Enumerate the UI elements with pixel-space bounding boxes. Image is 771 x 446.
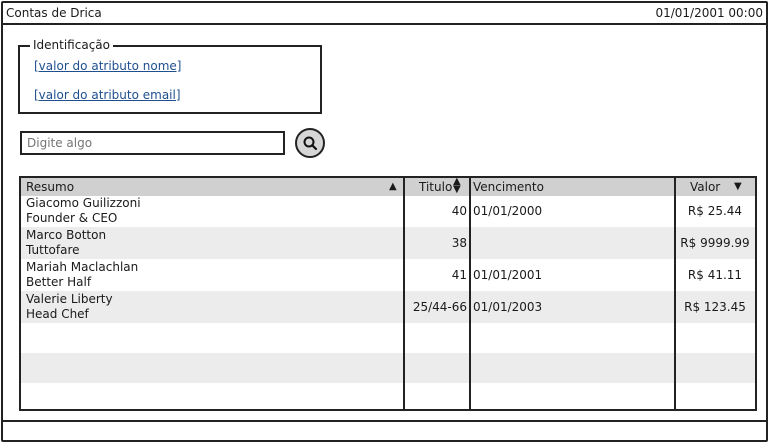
row-name: Giacomo Guilizzoni — [26, 196, 141, 210]
table-row[interactable]: Marco Botton Tuttofare 38 R$ 9999.99 — [21, 227, 755, 259]
empty-row — [21, 383, 755, 409]
email-link[interactable]: [valor do atributo email] — [34, 88, 181, 102]
sort-desc-icon[interactable]: ▼ — [734, 181, 742, 192]
row-valor: R$ 9999.99 — [680, 236, 750, 250]
row-valor: R$ 41.11 — [687, 268, 743, 282]
column-header-valor[interactable]: Valor — [690, 180, 720, 194]
row-name: Mariah Maclachlan — [26, 260, 139, 274]
row-role: Founder & CEO — [26, 211, 118, 225]
row-titulo: 41 — [451, 268, 467, 282]
column-divider — [674, 178, 676, 409]
row-role: Head Chef — [26, 307, 89, 321]
sort-toggle-icon[interactable]: ▲ ▼ — [453, 178, 461, 195]
row-vencimento: 01/01/2000 — [473, 204, 543, 218]
search-input[interactable] — [20, 131, 285, 155]
search-button[interactable] — [295, 128, 325, 158]
row-role: Better Half — [26, 275, 92, 289]
search-icon — [303, 136, 318, 151]
column-header-vencimento[interactable]: Vencimento — [473, 180, 544, 194]
sort-asc-icon[interactable]: ▲ — [389, 181, 397, 192]
table-row[interactable]: Valerie Liberty Head Chef 25/44-66 01/01… — [21, 291, 755, 323]
column-header-resumo[interactable]: Resumo — [26, 180, 74, 194]
identificacao-fieldset: Identificação [valor do atributo nome] [… — [18, 38, 322, 114]
row-valor: R$ 25.44 — [687, 204, 743, 218]
row-titulo: 25/44-66 — [412, 300, 467, 314]
title-bar: Contas de Drica 01/01/2001 00:00 — [3, 3, 766, 25]
datetime-display: 01/01/2001 00:00 — [655, 6, 763, 20]
identificacao-legend: Identificação — [30, 38, 113, 52]
empty-row — [21, 323, 755, 353]
status-bar — [3, 420, 766, 440]
row-vencimento: 01/01/2003 — [473, 300, 543, 314]
row-name: Marco Botton — [26, 228, 107, 242]
table-row[interactable]: Giacomo Guilizzoni Founder & CEO 40 01/0… — [21, 195, 755, 227]
row-role: Tuttofare — [26, 243, 80, 257]
row-valor: R$ 123.45 — [684, 300, 746, 314]
table-row[interactable]: Mariah Maclachlan Better Half 41 01/01/2… — [21, 259, 755, 291]
contas-table: Resumo ▲ Titulo ▲ ▼ Vencimento Valor ▼ Gi… — [19, 176, 757, 411]
app-window: Contas de Drica 01/01/2001 00:00 Identif… — [1, 1, 768, 442]
table-header: Resumo ▲ Titulo ▲ ▼ Vencimento Valor ▼ — [21, 178, 755, 196]
column-divider — [403, 178, 405, 409]
empty-row — [21, 353, 755, 383]
row-titulo: 40 — [451, 204, 467, 218]
column-divider — [469, 178, 471, 409]
column-header-titulo[interactable]: Titulo — [419, 180, 452, 194]
window-title: Contas de Drica — [6, 6, 102, 20]
row-vencimento: 01/01/2001 — [473, 268, 543, 282]
nome-link[interactable]: [valor do atributo nome] — [34, 59, 181, 73]
row-name: Valerie Liberty — [26, 292, 113, 306]
row-titulo: 38 — [451, 236, 467, 250]
